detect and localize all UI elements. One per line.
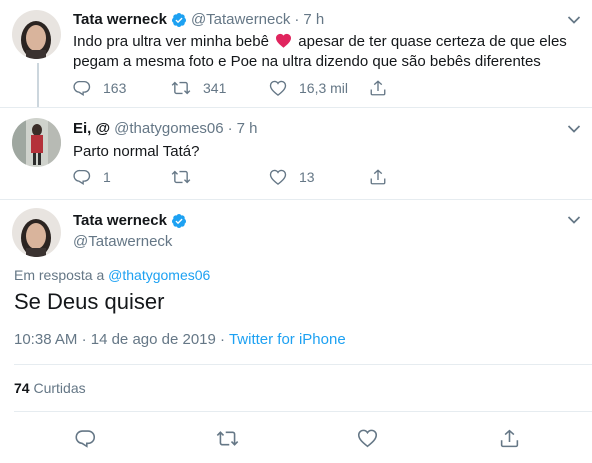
like-button[interactable] (357, 428, 378, 448)
divider (14, 364, 592, 365)
reply-prefix: Em resposta a (14, 267, 105, 283)
tweet-text-part-1: Indo pra ultra ver minha bebê (73, 33, 269, 50)
tweet-date[interactable]: 14 de ago de 2019 (91, 331, 216, 348)
chevron-down-icon[interactable] (567, 15, 581, 25)
reply-to-link[interactable]: @thatygomes06 (108, 267, 210, 283)
avatar-thaty[interactable] (12, 118, 61, 167)
dot-separator: · (227, 120, 233, 137)
share-icon (370, 80, 386, 96)
like-button[interactable]: 16,3 mil (269, 79, 348, 97)
tweet-text: Indo pra ultra ver minha bebê apesar de … (73, 32, 573, 72)
reply-count: 163 (103, 80, 127, 96)
share-button[interactable] (369, 168, 387, 186)
like-icon (357, 429, 378, 448)
like-count: 16,3 mil (299, 80, 349, 96)
author-handle[interactable]: @thatygomes06 (114, 120, 223, 137)
reply-icon (73, 80, 91, 96)
like-button[interactable]: 13 (269, 168, 315, 186)
dot-separator: · (294, 11, 300, 28)
likes-stat[interactable]: 74 Curtidas (14, 380, 86, 396)
red-heart-emoji (276, 33, 292, 48)
tweet-time[interactable]: 7 h (237, 120, 258, 137)
tweet-time[interactable]: 10:38 AM (14, 331, 77, 348)
avatar-tata[interactable] (12, 10, 61, 59)
reply-button[interactable]: 163 (73, 79, 126, 97)
like-icon (269, 169, 287, 185)
verified-badge-icon (171, 12, 186, 27)
tweet-meta: 10:38 AM · 14 de ago de 2019 · Twitter f… (14, 331, 346, 348)
reply-icon (75, 430, 96, 448)
retweet-icon (216, 431, 239, 446)
retweet-button[interactable]: 341 (171, 79, 226, 97)
retweet-icon (171, 170, 191, 184)
reply-button[interactable] (75, 428, 96, 449)
tweet-thaty[interactable]: Ei, @ @thatygomes06 · 7 h Parto normal T… (0, 108, 592, 200)
retweet-button[interactable] (216, 428, 239, 449)
tweet-text: Parto normal Tatá? (73, 143, 200, 160)
main-actions (0, 428, 592, 450)
chevron-down-icon[interactable] (567, 215, 581, 225)
share-icon (500, 429, 519, 448)
author-name[interactable]: Ei, @ (73, 120, 110, 137)
tweet-actions: 163 341 16,3 mil (73, 79, 473, 99)
chevron-down-icon[interactable] (567, 124, 581, 134)
like-count: 13 (299, 169, 315, 185)
retweet-icon (171, 81, 191, 95)
avatar-tata[interactable] (12, 208, 61, 257)
author-handle[interactable]: @Tatawerneck (73, 233, 172, 250)
author-handle[interactable]: @Tatawerneck (191, 11, 290, 28)
verified-badge-icon (171, 213, 186, 228)
likes-label: Curtidas (33, 380, 86, 396)
likes-count: 74 (14, 380, 30, 396)
main-tweet-text: Se Deus quiser (14, 289, 165, 314)
like-icon (269, 80, 287, 96)
reply-button[interactable]: 1 (73, 168, 111, 186)
retweet-count: 341 (203, 80, 227, 96)
author-name[interactable]: Tata werneck (73, 11, 167, 28)
dot-separator: · (220, 331, 226, 348)
tweet-time[interactable]: 7 h (303, 11, 324, 28)
divider (14, 411, 592, 412)
reply-context: Em resposta a @thatygomes06 (14, 267, 210, 283)
reply-count: 1 (103, 169, 111, 185)
reply-icon (73, 169, 91, 185)
thread-line (37, 63, 39, 107)
retweet-button[interactable] (171, 168, 203, 186)
dot-separator: · (81, 331, 87, 348)
share-button[interactable] (499, 428, 520, 449)
source-link[interactable]: Twitter for iPhone (229, 331, 346, 348)
author-name[interactable]: Tata werneck (73, 212, 167, 229)
share-button[interactable] (369, 79, 387, 97)
tweet-tata-1[interactable]: Tata werneck @Tatawerneck · 7 h Indo pra… (0, 0, 592, 107)
share-icon (370, 169, 386, 185)
tweet-actions: 1 13 (73, 168, 473, 188)
